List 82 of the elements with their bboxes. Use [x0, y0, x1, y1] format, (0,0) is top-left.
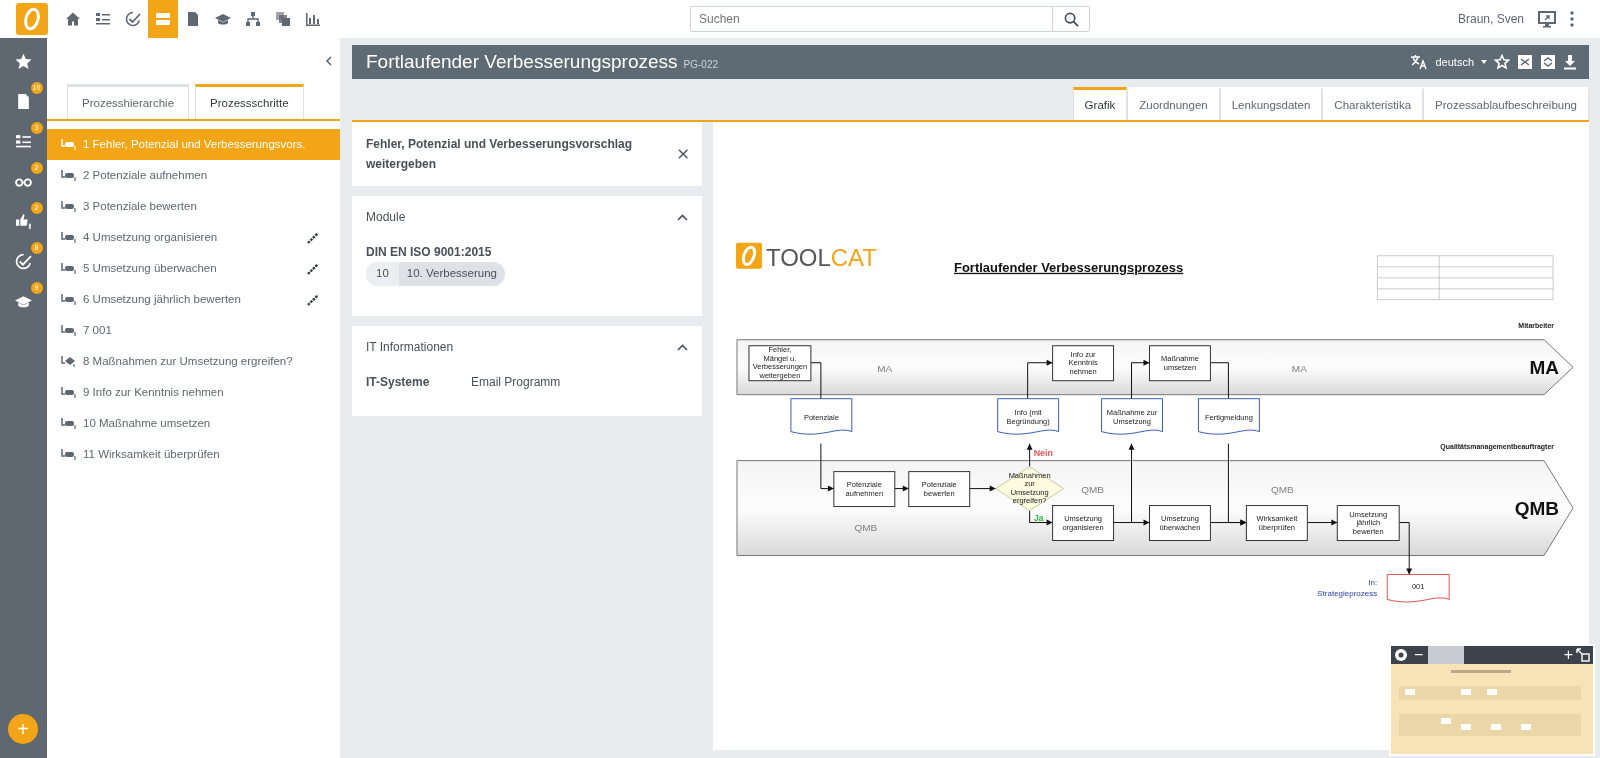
- field-value: Email Programm: [471, 374, 561, 392]
- search-icon: [1063, 11, 1079, 27]
- lane-code: MA: [1529, 357, 1560, 379]
- lane-watermark: MA: [1291, 362, 1307, 374]
- card-heading: IT Informationen: [366, 339, 454, 357]
- sidebar-tab[interactable]: Prozessschritte: [195, 84, 304, 120]
- move-icon[interactable]: [1393, 647, 1409, 663]
- download-icon[interactable]: [1563, 54, 1577, 70]
- hierarchy-icon: [245, 11, 261, 27]
- checklist-icon: [95, 11, 111, 27]
- check-circle-icon: [125, 11, 141, 27]
- process-title: Fortlaufender Verbesserungsprozess: [366, 49, 678, 74]
- close-icon[interactable]: [677, 148, 688, 161]
- caret-icon[interactable]: [1481, 60, 1487, 64]
- task-step-icon: [61, 169, 77, 183]
- star-icon[interactable]: [1494, 54, 1510, 70]
- content-tab[interactable]: Prozessablaufbeschreibung: [1423, 87, 1589, 121]
- card-heading: Module: [366, 209, 406, 227]
- content-tab[interactable]: Lenkungsdaten: [1219, 87, 1323, 121]
- sidebar-tab[interactable]: Prozesshierarchie: [67, 84, 190, 120]
- external-reference-label: In:: [1368, 578, 1378, 588]
- content-tab[interactable]: Zuordnungen: [1127, 87, 1220, 121]
- lane-watermark: QMB: [1271, 483, 1294, 495]
- connector-arrow: [1026, 443, 1033, 468]
- branch-label: Ja: [1033, 512, 1044, 523]
- connector-arrow: [820, 443, 835, 492]
- process-code: PG-022: [683, 57, 719, 72]
- task-step-icon: [61, 417, 77, 431]
- connector-arrow: [969, 485, 997, 492]
- lane-code: QMB: [1514, 498, 1560, 520]
- translate-icon[interactable]: [1410, 54, 1429, 70]
- external-reference-label: Strategieprozess: [1317, 589, 1378, 599]
- bar-chart-icon: [305, 11, 321, 27]
- document-icon: [15, 92, 32, 110]
- decision-step-icon: [61, 355, 77, 369]
- checklist-icon: [15, 132, 32, 150]
- task-step-icon: [61, 231, 77, 245]
- zoom-out-button[interactable]: −: [1411, 647, 1427, 663]
- check-circle-icon: [15, 252, 32, 270]
- connector-arrow: [1029, 510, 1054, 526]
- collapse-all-icon[interactable]: [1540, 54, 1556, 70]
- task-step-icon: [61, 324, 77, 338]
- monitor-icon[interactable]: [1538, 10, 1556, 28]
- task-step-icon: [61, 262, 77, 276]
- connector-arrow: [1306, 519, 1338, 526]
- standard-name: DIN EN ISO 9001:2015: [366, 244, 493, 262]
- search-button[interactable]: [1052, 6, 1090, 32]
- fit-to-screen-icon[interactable]: [1576, 648, 1590, 662]
- field-label: IT-Systeme: [366, 374, 431, 392]
- content-tab[interactable]: Charakteristika: [1322, 87, 1424, 121]
- task-step-icon: [61, 200, 77, 214]
- task-step-icon: [61, 448, 77, 462]
- home-icon: [65, 11, 81, 27]
- stacked-bars-icon: [155, 11, 171, 27]
- graduation-cap-icon: [215, 11, 231, 27]
- module-chip: 10 10. Verbesserung: [366, 262, 505, 286]
- language-select[interactable]: deutsch: [1435, 53, 1474, 71]
- diagram-title: Fortlaufender Verbesserungsprozess: [954, 260, 1184, 276]
- chevron-up-icon[interactable]: [677, 343, 688, 351]
- collapse-icon[interactable]: [325, 56, 332, 66]
- document-icon: [185, 11, 201, 27]
- lane-watermark: MA: [877, 362, 893, 374]
- thumbs-icon: [15, 212, 32, 230]
- task-step-icon: [61, 138, 77, 152]
- lane-watermark: QMB: [1081, 483, 1104, 495]
- more-menu-icon[interactable]: [1570, 11, 1574, 27]
- task-step-icon: [61, 386, 77, 400]
- star-icon: [15, 52, 32, 70]
- search-field[interactable]: Suchen: [690, 6, 1052, 32]
- branch-label: Nein: [1033, 447, 1054, 458]
- content-tab[interactable]: Grafik: [1072, 87, 1128, 121]
- stacked-pages-icon: [275, 11, 291, 27]
- connector-arrow: [1398, 522, 1413, 576]
- step-title: Fehler, Potenzial und Verbesserungsvorschlag weitergeben: [366, 136, 634, 174]
- toolcat-logo: TOOLCAT: [735, 243, 877, 272]
- zoom-in-button[interactable]: +: [1560, 647, 1576, 663]
- task-step-icon: [61, 293, 77, 307]
- lane-watermark: QMB: [854, 521, 878, 533]
- chevron-up-icon[interactable]: [677, 213, 688, 221]
- user-name[interactable]: Braun, Sven: [1457, 10, 1524, 28]
- minimap-viewport[interactable]: [1428, 646, 1465, 664]
- expand-icon[interactable]: [1517, 54, 1533, 70]
